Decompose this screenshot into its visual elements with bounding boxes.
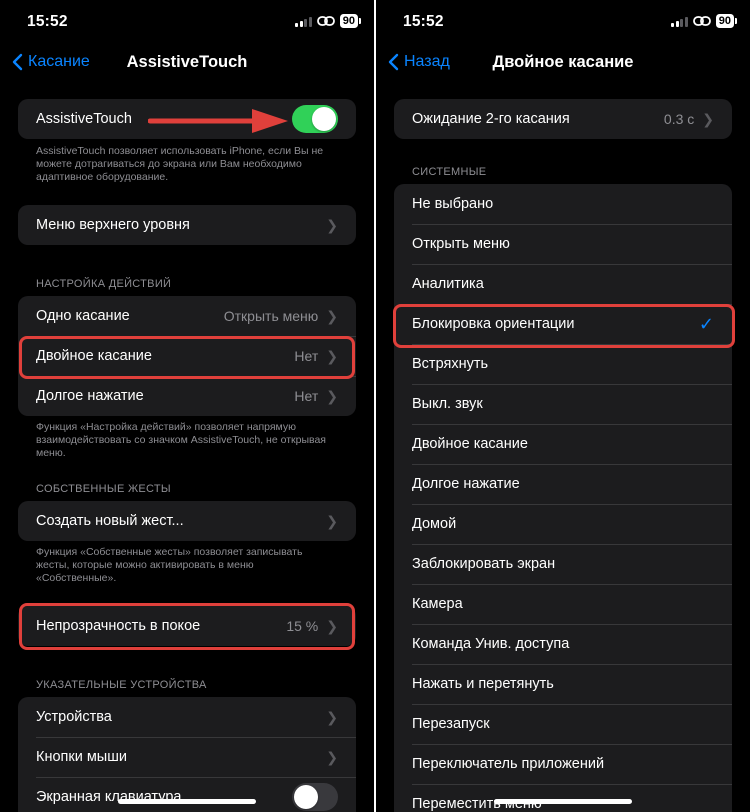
pointer-header: УКАЗАТЕЛЬНЫЕ УСТРОЙСТВА	[36, 679, 207, 691]
idle-opacity-label: Непрозрачность в покое	[36, 618, 201, 634]
list-item[interactable]: Долгое нажатие	[394, 464, 732, 504]
page-title: Двойное касание	[492, 53, 634, 71]
long-press-label: Долгое нажатие	[36, 388, 144, 404]
onscreen-keyboard-toggle[interactable]	[292, 783, 338, 811]
chevron-right-icon: ❯	[326, 748, 338, 765]
single-tap-value: Открыть меню	[223, 308, 319, 324]
idle-opacity-row[interactable]: Непрозрачность в покое 15 % ❯	[18, 606, 356, 646]
create-gesture-label: Создать новый жест...	[36, 513, 184, 529]
list-item[interactable]: Команда Унив. доступа	[394, 624, 732, 664]
list-item[interactable]: Заблокировать экран	[394, 544, 732, 584]
single-tap-label: Одно касание	[36, 308, 130, 324]
assistivetouch-screen: 15:52 90 Касание AssistiveTouch Assistiv…	[0, 0, 374, 812]
link-icon	[692, 16, 711, 26]
cellular-signal-icon	[671, 16, 688, 27]
mouse-buttons-row[interactable]: Кнопки мыши ❯	[18, 737, 356, 777]
navigation-bar: Назад Двойное касание	[376, 48, 750, 80]
long-press-value: Нет	[294, 388, 319, 404]
list-item[interactable]: Нажать и перетянуть	[394, 664, 732, 704]
double-tap-timeout-row[interactable]: Ожидание 2-го касания 0.3 с ❯	[394, 99, 732, 139]
list-item[interactable]: Встряхнуть	[394, 344, 732, 384]
actions-footer: Функция «Настройка действий» позволяет н…	[36, 421, 326, 459]
list-item[interactable]: Переключатель приложений	[394, 744, 732, 784]
timeout-value: 0.3 с	[663, 111, 695, 127]
status-time: 15:52	[403, 13, 444, 30]
chevron-right-icon: ❯	[326, 512, 338, 529]
home-indicator	[118, 799, 256, 804]
double-tap-screen: 15:52 90 Назад Двойное касание Ожидание …	[376, 0, 750, 812]
chevron-right-icon: ❯	[326, 387, 338, 404]
actions-header: НАСТРОЙКА ДЕЙСТВИЙ	[36, 278, 172, 290]
link-icon	[316, 16, 335, 26]
timeout-group: Ожидание 2-го касания 0.3 с ❯	[394, 99, 732, 139]
system-actions-list: Не выбрано Открыть меню Аналитика Блокир…	[394, 184, 732, 812]
gestures-footer: Функция «Собственные жесты» позволяет за…	[36, 546, 303, 584]
home-indicator	[494, 799, 632, 804]
system-header: СИСТЕМНЫЕ	[412, 166, 487, 178]
cellular-signal-icon	[295, 16, 312, 27]
battery-indicator: 90	[339, 14, 362, 28]
double-tap-row[interactable]: Двойное касание Нет ❯	[18, 336, 356, 376]
chevron-right-icon: ❯	[326, 216, 338, 233]
red-arrow-annotation	[148, 109, 288, 133]
list-item[interactable]: Открыть меню	[394, 224, 732, 264]
chevron-right-icon: ❯	[326, 617, 338, 634]
top-menu-label: Меню верхнего уровня	[36, 217, 190, 233]
assistivetouch-toggle[interactable]	[292, 105, 338, 133]
create-gesture-row[interactable]: Создать новый жест... ❯	[18, 501, 356, 541]
list-item[interactable]: Выкл. звук	[394, 384, 732, 424]
double-tap-value: Нет	[294, 348, 319, 364]
chevron-right-icon: ❯	[326, 347, 338, 364]
checkmark-icon: ✓	[698, 313, 714, 334]
list-item-selected[interactable]: Блокировка ориентации ✓	[394, 304, 732, 344]
gestures-header: СОБСТВЕННЫЕ ЖЕСТЫ	[36, 483, 171, 495]
assistivetouch-footer: AssistiveTouch позволяет использовать iP…	[36, 145, 324, 183]
devices-row[interactable]: Устройства ❯	[18, 697, 356, 737]
list-item[interactable]: Не выбрано	[394, 184, 732, 224]
battery-indicator: 90	[715, 14, 738, 28]
chevron-right-icon: ❯	[702, 110, 714, 127]
top-menu-row[interactable]: Меню верхнего уровня ❯	[18, 205, 356, 245]
list-item[interactable]: Камера	[394, 584, 732, 624]
top-menu-group: Меню верхнего уровня ❯	[18, 205, 356, 245]
actions-group: Одно касание Открыть меню ❯ Двойное каса…	[18, 296, 356, 416]
navigation-bar: Касание AssistiveTouch	[0, 48, 374, 80]
list-item[interactable]: Переместить меню	[394, 784, 732, 812]
page-title: AssistiveTouch	[126, 53, 248, 71]
status-icons: 90	[295, 14, 362, 28]
mouse-buttons-label: Кнопки мыши	[36, 749, 127, 765]
single-tap-row[interactable]: Одно касание Открыть меню ❯	[18, 296, 356, 336]
double-tap-label: Двойное касание	[36, 348, 152, 364]
list-item[interactable]: Двойное касание	[394, 424, 732, 464]
list-item[interactable]: Аналитика	[394, 264, 732, 304]
list-item[interactable]: Домой	[394, 504, 732, 544]
devices-label: Устройства	[36, 709, 112, 725]
gestures-group: Создать новый жест... ❯	[18, 501, 356, 541]
chevron-right-icon: ❯	[326, 708, 338, 725]
opacity-group: Непрозрачность в покое 15 % ❯	[18, 606, 356, 646]
chevron-right-icon: ❯	[326, 307, 338, 324]
long-press-row[interactable]: Долгое нажатие Нет ❯	[18, 376, 356, 416]
idle-opacity-value: 15 %	[286, 618, 319, 634]
status-time: 15:52	[27, 13, 68, 30]
timeout-label: Ожидание 2-го касания	[412, 111, 570, 127]
status-icons: 90	[671, 14, 738, 28]
list-item[interactable]: Перезапуск	[394, 704, 732, 744]
